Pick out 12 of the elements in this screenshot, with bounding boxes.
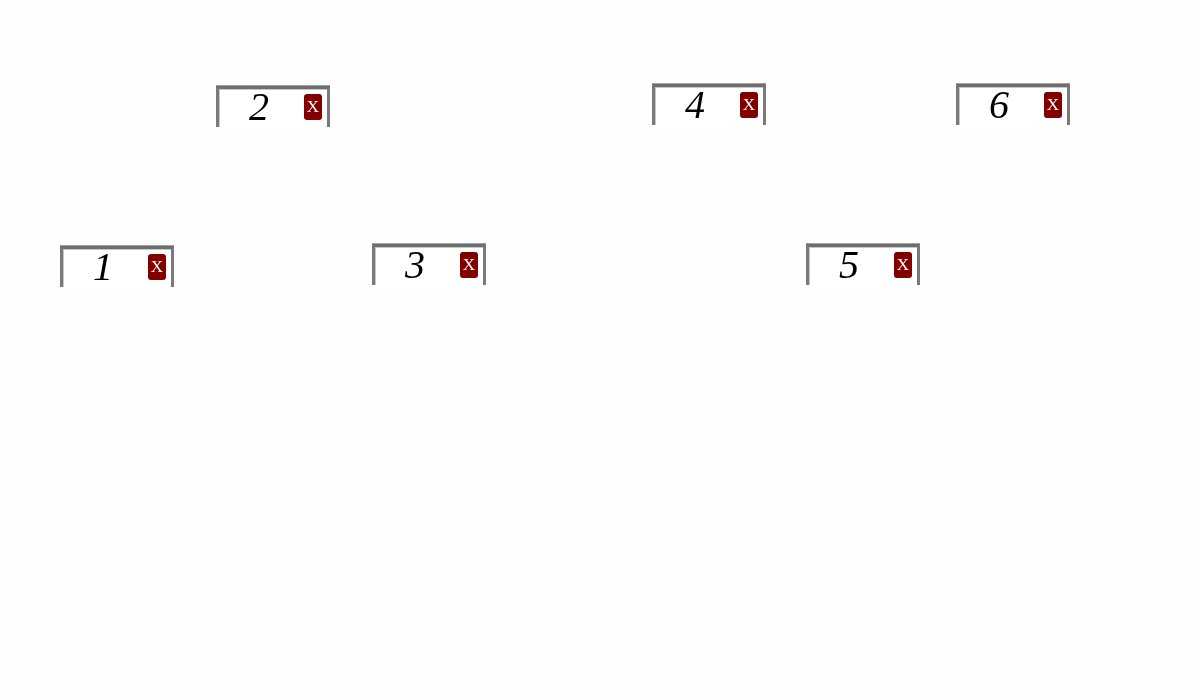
tile-number: 2 (248, 87, 270, 127)
close-button[interactable]: X (894, 252, 912, 278)
close-button[interactable]: X (304, 94, 322, 120)
close-button[interactable]: X (460, 252, 478, 278)
close-button[interactable]: X (740, 92, 758, 118)
tile-number: 1 (92, 247, 114, 287)
tile-number: 4 (684, 85, 706, 125)
close-button[interactable]: X (148, 254, 166, 280)
close-button[interactable]: X (1044, 92, 1062, 118)
tile-number: 6 (988, 85, 1010, 125)
tile-number: 3 (404, 245, 426, 285)
tile-number: 5 (838, 245, 860, 285)
